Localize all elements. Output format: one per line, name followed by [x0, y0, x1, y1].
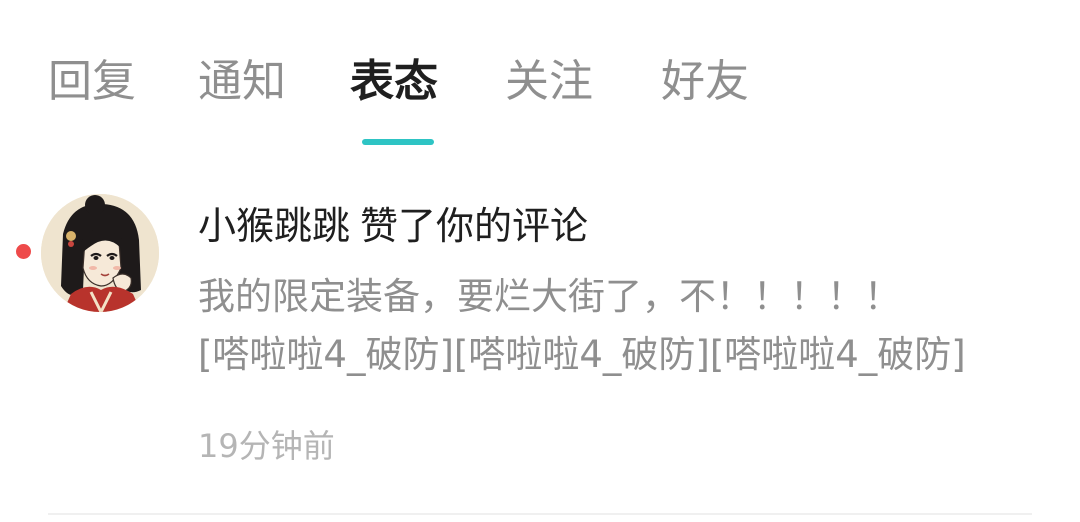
divider	[48, 513, 1032, 515]
tab-friends[interactable]: 好友	[661, 52, 749, 112]
tab-follows[interactable]: 关注	[505, 52, 593, 112]
username[interactable]: 小猴跳跳	[198, 204, 350, 248]
action-text: 赞了你的评论	[360, 204, 589, 248]
comment-text[interactable]: 我的限定装备，要烂大街了，不！！！！！ [嗒啦啦4_破防][嗒啦啦4_破防][嗒…	[198, 268, 1038, 384]
notification-item[interactable]: 小猴跳跳 赞了你的评论 我的限定装备，要烂大街了，不！！！！！ [嗒啦啦4_破防]…	[0, 160, 1080, 522]
tab-notices[interactable]: 通知	[198, 52, 286, 112]
comment-line: 我的限定装备，要烂大街了，不！！！！！	[198, 275, 901, 318]
tab-replies[interactable]: 回复	[48, 52, 136, 112]
timestamp: 19分钟前	[198, 427, 335, 465]
tab-reactions[interactable]: 表态	[350, 52, 438, 112]
notification-title: 小猴跳跳 赞了你的评论	[198, 200, 588, 252]
avatar-illustration-girl-icon	[41, 194, 159, 312]
unread-dot	[16, 244, 31, 259]
comment-line: [嗒啦啦4_破防][嗒啦啦4_破防][嗒啦啦4_破防]	[198, 333, 966, 376]
active-tab-indicator	[362, 139, 434, 145]
notifications-page: 回复 通知 表态 关注 好友 小猴跳跳 赞了你的评论 我的限定装备，要烂大街了，…	[0, 0, 1080, 522]
avatar[interactable]	[41, 194, 159, 312]
tab-bar: 回复 通知 表态 关注 好友	[0, 0, 1080, 160]
